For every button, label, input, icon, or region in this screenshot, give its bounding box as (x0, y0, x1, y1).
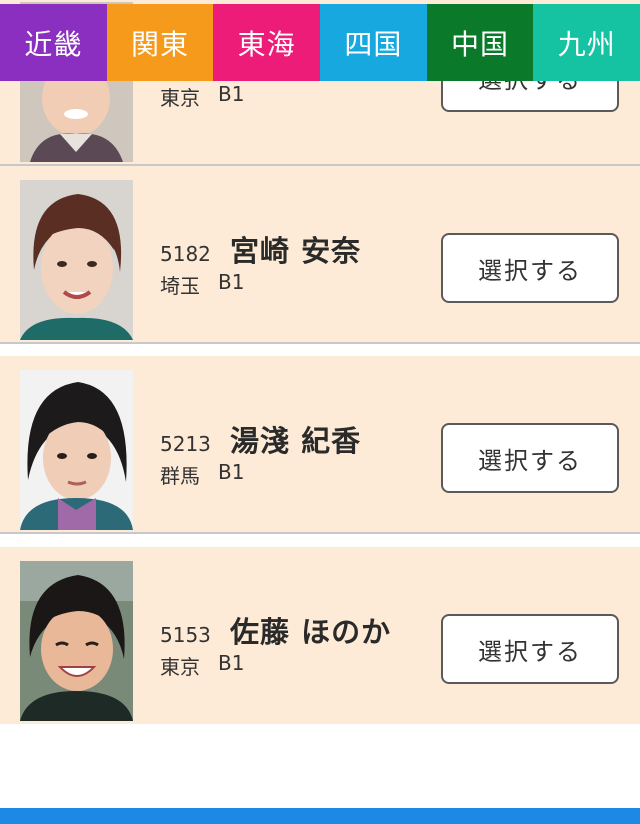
racer-prefecture: 東京 (160, 655, 200, 679)
racer-photo (20, 180, 133, 340)
tab-kyushu[interactable]: 九州 (533, 4, 640, 81)
select-button[interactable]: 選択する (441, 423, 619, 493)
region-tab-bar: 近畿 関東 東海 四国 中国 九州 (0, 4, 640, 81)
racer-row: 5182 宮崎 安奈 埼玉 B1 選択する (0, 166, 640, 344)
racer-photo (20, 370, 133, 530)
racer-row: 5213 湯淺 紀香 群馬 B1 選択する (0, 356, 640, 534)
racer-name: 佐藤 ほのか (230, 615, 392, 649)
racer-number: 5182 (160, 242, 211, 266)
footer-bar (0, 808, 640, 824)
tab-shikoku[interactable]: 四国 (320, 4, 427, 81)
racer-row: 5153 佐藤 ほのか 東京 B1 選択する (0, 547, 640, 724)
racer-name: 湯淺 紀香 (230, 424, 362, 458)
racer-number: 5153 (160, 623, 211, 647)
tab-chugoku[interactable]: 中国 (426, 4, 534, 81)
racer-number: 5213 (160, 432, 211, 456)
racer-class: B1 (218, 460, 245, 484)
racer-class: B1 (218, 82, 245, 106)
tab-kinki[interactable]: 近畿 (0, 4, 107, 81)
racer-class: B1 (218, 270, 245, 294)
racer-photo (20, 561, 133, 721)
tab-tokai[interactable]: 東海 (213, 4, 321, 81)
tab-kanto[interactable]: 関東 (106, 4, 214, 81)
select-button[interactable]: 選択する (441, 233, 619, 303)
racer-prefecture: 群馬 (160, 464, 200, 488)
racer-name: 宮崎 安奈 (230, 234, 362, 268)
racer-class: B1 (218, 651, 245, 675)
racer-prefecture: 東京 (160, 86, 200, 110)
racer-prefecture: 埼玉 (160, 274, 200, 298)
select-button[interactable]: 選択する (441, 614, 619, 684)
